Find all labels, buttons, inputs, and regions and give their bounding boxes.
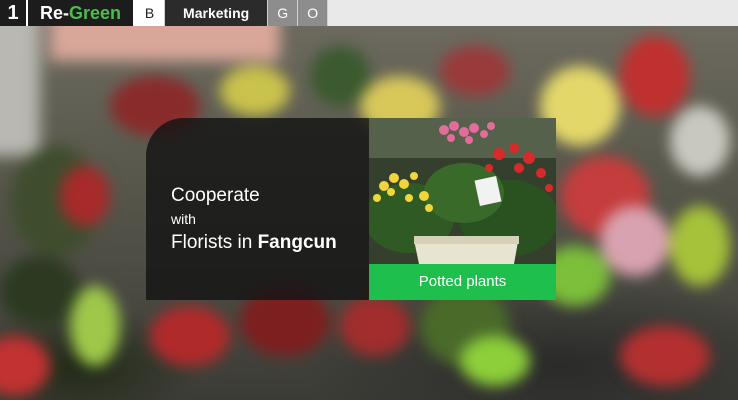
hero-line-cooperate: Cooperate xyxy=(171,185,260,206)
nav-tab-o[interactable]: O xyxy=(298,0,329,26)
nav-empty-space xyxy=(328,0,738,26)
hero-line-location: Fangcun xyxy=(257,232,337,253)
hero-line-florists-prefix: Florists in xyxy=(171,232,258,253)
nav-tab-g[interactable]: G xyxy=(268,0,299,26)
potted-plants-tile[interactable]: Potted plants xyxy=(369,118,556,300)
nav-tab-marketing[interactable]: Marketing xyxy=(165,0,269,26)
logo-name-main: Re- xyxy=(40,2,70,23)
hero-line-with: with xyxy=(171,211,196,227)
hero-line-florists: Florists in Fangcun xyxy=(171,230,337,256)
brand-logo[interactable]: 1 Re-Green xyxy=(0,0,136,26)
potted-plants-caption[interactable]: Potted plants xyxy=(369,264,556,300)
logo-name: Re-Green xyxy=(28,3,121,24)
hero-text-panel: Cooperate with Florists in Fangcun xyxy=(146,118,369,300)
hero-heading: Cooperate with Florists in Fangcun xyxy=(171,184,337,256)
logo-name-accent: Green xyxy=(69,2,122,23)
nav-tab-b[interactable]: B xyxy=(135,0,166,26)
top-navigation-bar: 1 Re-Green B Marketing G O xyxy=(0,0,738,26)
logo-number: 1 xyxy=(7,2,19,24)
potted-plants-photo xyxy=(369,118,556,264)
